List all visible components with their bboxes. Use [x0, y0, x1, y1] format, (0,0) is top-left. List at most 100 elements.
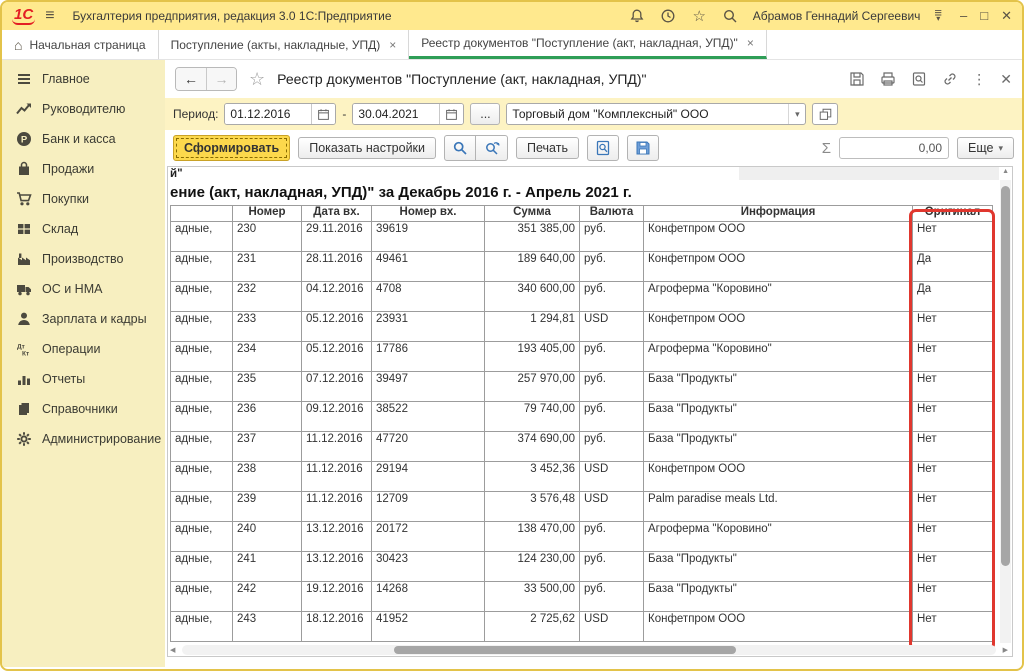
favorite-star-icon[interactable]: ☆ [249, 69, 265, 90]
vertical-scrollbar-thumb[interactable] [1001, 186, 1010, 566]
cell-date-in[interactable]: 18.12.2016 [302, 612, 372, 642]
tab-home[interactable]: ⌂ Начальная страница [2, 30, 159, 59]
cell-number-in[interactable]: 12709 [372, 492, 485, 522]
cell-number-in[interactable]: 20172 [372, 522, 485, 552]
cell-date-in[interactable]: 28.11.2016 [302, 252, 372, 282]
cell-date-in[interactable]: 11.12.2016 [302, 492, 372, 522]
table-row[interactable]: адные, 230 29.11.2016 39619 351 385,00 р… [171, 222, 993, 252]
cell-document[interactable]: адные, [171, 432, 233, 462]
cell-original[interactable]: Да [913, 282, 993, 312]
table-row[interactable]: адные, 233 05.12.2016 23931 1 294,81 USD… [171, 312, 993, 342]
cell-currency[interactable]: руб. [580, 222, 644, 252]
cell-document[interactable]: адные, [171, 462, 233, 492]
print-button[interactable]: Печать [516, 137, 579, 159]
generate-button[interactable]: Сформировать [173, 135, 290, 161]
cell-sum[interactable]: 138 470,00 [485, 522, 580, 552]
cell-number-in[interactable]: 47720 [372, 432, 485, 462]
cell-original[interactable]: Нет [913, 372, 993, 402]
table-row[interactable]: адные, 236 09.12.2016 38522 79 740,00 ру… [171, 402, 993, 432]
tab-close-icon[interactable]: × [747, 36, 754, 50]
cell-number-in[interactable]: 23931 [372, 312, 485, 342]
cell-info[interactable]: Конфетпром ООО [644, 312, 913, 342]
cell-sum[interactable]: 2 725,62 [485, 612, 580, 642]
sidebar-item[interactable]: Справочники [2, 394, 165, 424]
cell-original[interactable]: Да [913, 252, 993, 282]
cell-sum[interactable]: 340 600,00 [485, 282, 580, 312]
cell-number[interactable]: 238 [233, 462, 302, 492]
cell-currency[interactable]: руб. [580, 342, 644, 372]
cell-document[interactable]: адные, [171, 312, 233, 342]
date-to-input[interactable] [353, 104, 439, 124]
scroll-left-icon[interactable]: ◀ [170, 646, 175, 654]
sidebar-item[interactable]: ДтКт Операции [2, 334, 165, 364]
column-header[interactable]: Информация [644, 206, 913, 222]
maximize-button[interactable]: □ [980, 8, 988, 24]
main-menu-icon[interactable]: ≡ [45, 7, 54, 25]
cell-info[interactable]: Конфетпром ООО [644, 462, 913, 492]
cell-sum[interactable]: 3 576,48 [485, 492, 580, 522]
sidebar-item[interactable]: Производство [2, 244, 165, 274]
cell-info[interactable]: Конфетпром ООО [644, 252, 913, 282]
cell-date-in[interactable]: 29.11.2016 [302, 222, 372, 252]
cell-number[interactable]: 243 [233, 612, 302, 642]
cell-original[interactable]: Нет [913, 342, 993, 372]
cell-info[interactable]: Конфетпром ООО [644, 222, 913, 252]
find-icon[interactable] [444, 135, 476, 161]
cell-info[interactable]: База "Продукты" [644, 552, 913, 582]
period-dots-button[interactable]: ... [470, 103, 500, 125]
column-header[interactable]: Сумма [485, 206, 580, 222]
cell-info[interactable]: Агроферма "Коровино" [644, 522, 913, 552]
cell-info[interactable]: Агроферма "Коровино" [644, 282, 913, 312]
cell-number[interactable]: 233 [233, 312, 302, 342]
cell-currency[interactable]: руб. [580, 582, 644, 612]
cell-date-in[interactable]: 11.12.2016 [302, 462, 372, 492]
cell-date-in[interactable]: 05.12.2016 [302, 342, 372, 372]
table-row[interactable]: адные, 231 28.11.2016 49461 189 640,00 р… [171, 252, 993, 282]
sidebar-item[interactable]: Р Банк и касса [2, 124, 165, 154]
cell-document[interactable]: адные, [171, 222, 233, 252]
column-header[interactable]: Валюта [580, 206, 644, 222]
cell-info[interactable]: Palm paradise meals Ltd. [644, 492, 913, 522]
cell-document[interactable]: адные, [171, 282, 233, 312]
cell-number[interactable]: 231 [233, 252, 302, 282]
sidebar-item[interactable]: Зарплата и кадры [2, 304, 165, 334]
table-row[interactable]: адные, 234 05.12.2016 17786 193 405,00 р… [171, 342, 993, 372]
cell-document[interactable]: адные, [171, 402, 233, 432]
cell-original[interactable]: Нет [913, 432, 993, 462]
save-report-icon[interactable] [627, 135, 659, 161]
cell-number-in[interactable]: 29194 [372, 462, 485, 492]
close-window-button[interactable]: ✕ [1001, 8, 1012, 24]
cell-number[interactable]: 241 [233, 552, 302, 582]
table-row[interactable]: адные, 243 18.12.2016 41952 2 725,62 USD… [171, 612, 993, 642]
cell-number[interactable]: 234 [233, 342, 302, 372]
cell-number-in[interactable]: 38522 [372, 402, 485, 432]
tab-postuplenie[interactable]: Поступление (акты, накладные, УПД) × [159, 30, 410, 59]
cell-currency[interactable]: USD [580, 492, 644, 522]
calendar-icon[interactable] [311, 104, 335, 124]
service-menu-icon[interactable]: ≡▾ [934, 10, 942, 22]
notifications-bell-icon[interactable] [629, 8, 646, 25]
minimize-button[interactable]: – [960, 8, 967, 24]
cell-date-in[interactable]: 11.12.2016 [302, 432, 372, 462]
horizontal-scrollbar[interactable] [182, 645, 996, 655]
forward-button[interactable]: → [206, 68, 236, 90]
cell-currency[interactable]: USD [580, 612, 644, 642]
cell-currency[interactable]: руб. [580, 552, 644, 582]
cell-document[interactable]: адные, [171, 522, 233, 552]
cell-original[interactable]: Нет [913, 552, 993, 582]
cell-document[interactable]: адные, [171, 612, 233, 642]
cell-original[interactable]: Нет [913, 612, 993, 642]
cell-sum[interactable]: 33 500,00 [485, 582, 580, 612]
cell-sum[interactable]: 193 405,00 [485, 342, 580, 372]
cell-sum[interactable]: 351 385,00 [485, 222, 580, 252]
cell-number-in[interactable]: 41952 [372, 612, 485, 642]
cell-number-in[interactable]: 49461 [372, 252, 485, 282]
cell-info[interactable]: База "Продукты" [644, 402, 913, 432]
cell-number-in[interactable]: 39619 [372, 222, 485, 252]
back-button[interactable]: ← [176, 68, 206, 90]
cell-date-in[interactable]: 04.12.2016 [302, 282, 372, 312]
table-row[interactable]: адные, 241 13.12.2016 30423 124 230,00 р… [171, 552, 993, 582]
cell-document[interactable]: адные, [171, 552, 233, 582]
cell-number-in[interactable]: 39497 [372, 372, 485, 402]
date-from-input[interactable] [225, 104, 311, 124]
